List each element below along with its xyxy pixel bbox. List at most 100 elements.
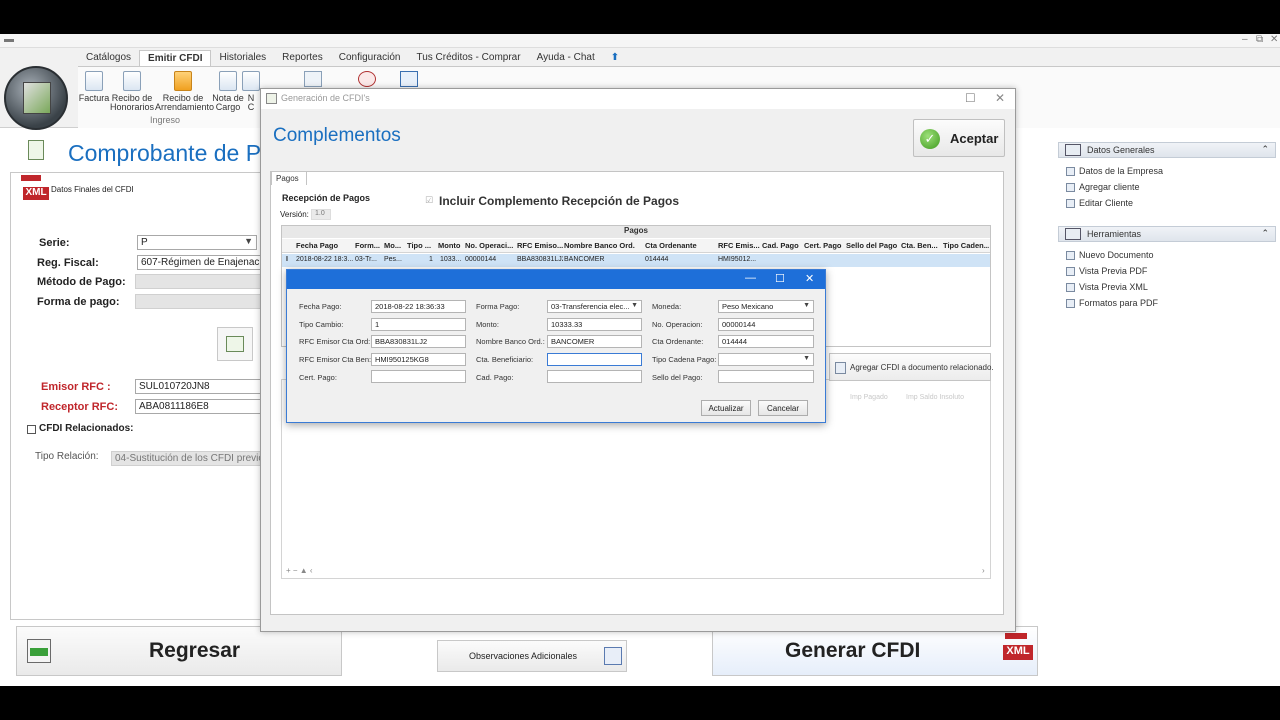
metodo-pago-select[interactable] — [135, 274, 263, 289]
col-cad-pago[interactable]: Cad. Pago — [762, 241, 802, 250]
col-forma[interactable]: Form... — [355, 241, 383, 250]
document-list-icon[interactable] — [304, 71, 322, 87]
tab-ayuda[interactable]: Ayuda - Chat — [529, 50, 603, 66]
datos-generales-header[interactable]: Datos Generales ⌃ — [1058, 142, 1276, 158]
rfc-ben-field[interactable]: HMI950125KG8 — [371, 353, 466, 366]
close-button[interactable]: ✕ — [1270, 34, 1278, 45]
cad-pago-field[interactable] — [547, 370, 642, 383]
col-moneda[interactable]: Mo... — [384, 241, 406, 250]
reg-fiscal-select[interactable]: 607-Régimen de Enajenación d — [137, 255, 261, 270]
tab-pagos[interactable]: Pagos — [271, 171, 307, 185]
generar-cfdi-button[interactable]: Generar CFDI XML — [712, 626, 1038, 676]
col-rfc-emisor[interactable]: RFC Emiso... — [517, 241, 563, 250]
tab-catalogos[interactable]: Catálogos — [78, 50, 139, 66]
no-operacion-label: No. Operacion: — [652, 320, 703, 329]
include-checkbox[interactable]: ☑ — [425, 195, 433, 206]
tipo-cambio-field[interactable]: 1 — [371, 318, 466, 331]
final-data-label: Datos Finales del CFDI — [51, 185, 134, 194]
restore-button[interactable]: ⧉ — [1256, 34, 1263, 45]
observaciones-button[interactable]: Observaciones Adicionales — [437, 640, 627, 672]
dialog-title: Complementos — [273, 125, 401, 146]
tipo-relacion-select[interactable]: 04-Sustitución de los CFDI previos — [111, 451, 261, 466]
nombre-banco-field[interactable]: BANCOMER — [547, 335, 642, 348]
tab-reportes[interactable]: Reportes — [274, 50, 331, 66]
cta-beneficiario-field[interactable] — [547, 353, 642, 366]
app-menu-icon[interactable]: ▬ — [4, 34, 14, 45]
add-document-button[interactable] — [217, 327, 253, 361]
modal-maximize-button[interactable]: ☐ — [775, 272, 785, 285]
cta-ordenante-field[interactable]: 014444 — [718, 335, 814, 348]
col-fecha-pago[interactable]: Fecha Pago — [296, 241, 354, 250]
col-nombre-banco[interactable]: Nombre Banco Ord. — [564, 241, 642, 250]
serie-select[interactable]: P ▼ — [137, 235, 257, 250]
col-sello-pago[interactable]: Sello del Pago — [846, 241, 900, 250]
col-cta-ben[interactable]: Cta. Ben... — [901, 241, 941, 250]
sidebar-item-nuevo-documento[interactable]: Nuevo Documento — [1066, 250, 1154, 261]
report-icon[interactable] — [400, 71, 418, 87]
receptor-rfc-field[interactable]: ABA0811186E8 — [135, 399, 263, 414]
col-no-operacion[interactable]: No. Operaci... — [465, 241, 515, 250]
moneda-select[interactable]: Peso Mexicano ▼ — [718, 300, 814, 313]
sidebar-item-editar-cliente[interactable]: Editar Cliente — [1066, 198, 1133, 209]
table-row[interactable]: I 2018-08-22 18:3... 03-Tr... Pes... 1 1… — [282, 254, 990, 267]
cert-pago-field[interactable] — [371, 370, 466, 383]
tipo-cambio-label: Tipo Cambio: — [299, 320, 344, 329]
modal-minimize-button[interactable]: — — [745, 272, 756, 284]
sidebar-item-formatos-pdf[interactable]: Formatos para PDF — [1066, 298, 1158, 309]
faded-header-imp-pagado: Imp Pagado — [850, 394, 888, 401]
col-cta-ordenante[interactable]: Cta Ordenante — [645, 241, 715, 250]
sello-pago-field[interactable] — [718, 370, 814, 383]
col-monto[interactable]: Monto — [438, 241, 464, 250]
no-operacion-field[interactable]: 00000144 — [718, 318, 814, 331]
ribbon-tabs: Catálogos Emitir CFDI Historiales Report… — [78, 50, 627, 66]
cfdi-relacionados-checkbox[interactable] — [27, 425, 36, 434]
tipo-cadena-select[interactable]: ▼ — [718, 353, 814, 366]
regresar-button[interactable]: Regresar — [16, 626, 342, 676]
app-logo[interactable] — [4, 66, 68, 130]
minimize-button[interactable]: ‒ — [1242, 34, 1248, 45]
rfc-emisor-field[interactable]: BBA830831LJ2 — [371, 335, 466, 348]
sidebar-item-datos-empresa[interactable]: Datos de la Empresa — [1066, 166, 1163, 177]
scroll-right-button[interactable]: › — [982, 566, 985, 575]
fecha-pago-field[interactable]: 2018-08-22 18:36:33 — [371, 300, 466, 313]
dialog-maximize-button[interactable]: ☐ — [965, 91, 976, 105]
cell-tipo: 1 — [429, 256, 433, 263]
sidebar-item-agregar-cliente[interactable]: Agregar cliente — [1066, 182, 1140, 193]
invoice-icon — [85, 71, 103, 91]
left-form-panel: XML Datos Finales del CFDI Serie: P ▼ Reg… — [10, 172, 263, 620]
gear-icon — [1066, 167, 1075, 177]
collapse-ribbon-icon[interactable]: ⬆ — [603, 50, 627, 66]
payment-doc-icon — [28, 140, 44, 160]
forma-pago-select[interactable]: 03-Transferencia elec... ▼ — [547, 300, 642, 313]
monto-field[interactable]: 10333.33 — [547, 318, 642, 331]
cancelar-button[interactable]: Cancelar — [758, 400, 808, 416]
agregar-cfdi-button[interactable]: Agregar CFDI a documento relacionado. — [829, 353, 994, 381]
col-tipo-cadena[interactable]: Tipo Caden... — [943, 241, 989, 250]
aceptar-button[interactable]: ✓ Aceptar — [913, 119, 1005, 157]
tipo-relacion-label: Tipo Relación: — [35, 451, 99, 462]
modal-titlebar: — ☐ ✕ — [287, 270, 825, 289]
cell-fecha-pago: 2018-08-22 18:3... — [296, 256, 354, 263]
col-rfc-emisor-ben[interactable]: RFC Emis... — [718, 241, 760, 250]
clock-icon[interactable] — [358, 71, 376, 87]
col-tipo[interactable]: Tipo ... — [407, 241, 437, 250]
sidebar-item-vista-pdf[interactable]: Vista Previa PDF — [1066, 266, 1147, 277]
collapse-icon[interactable]: ⌃ — [1261, 228, 1269, 239]
emisor-rfc-field[interactable]: SUL010720JN8 — [135, 379, 263, 394]
modal-close-button[interactable]: ✕ — [805, 272, 814, 285]
tab-historiales[interactable]: Historiales — [211, 50, 274, 66]
tab-emitir-cfdi[interactable]: Emitir CFDI — [139, 50, 212, 66]
actualizar-button[interactable]: Actualizar — [701, 400, 751, 416]
sidebar-item-vista-xml[interactable]: Vista Previa XML — [1066, 282, 1148, 293]
collapse-icon[interactable]: ⌃ — [1261, 144, 1269, 155]
recibo-honorarios-button[interactable]: Recibo de Honorarios — [104, 71, 160, 112]
tab-creditos[interactable]: Tus Créditos - Comprar — [408, 50, 528, 66]
tab-configuracion[interactable]: Configuración — [331, 50, 409, 66]
dialog-close-button[interactable]: ✕ — [995, 91, 1005, 105]
cell-monto: 1033... — [440, 256, 462, 263]
add-link-icon — [835, 362, 846, 374]
grid-nav-controls[interactable]: + − ▲ ‹ — [286, 566, 313, 575]
forma-pago-select[interactable] — [135, 294, 263, 309]
herramientas-header[interactable]: Herramientas ⌃ — [1058, 226, 1276, 242]
col-cert-pago[interactable]: Cert. Pago — [804, 241, 844, 250]
